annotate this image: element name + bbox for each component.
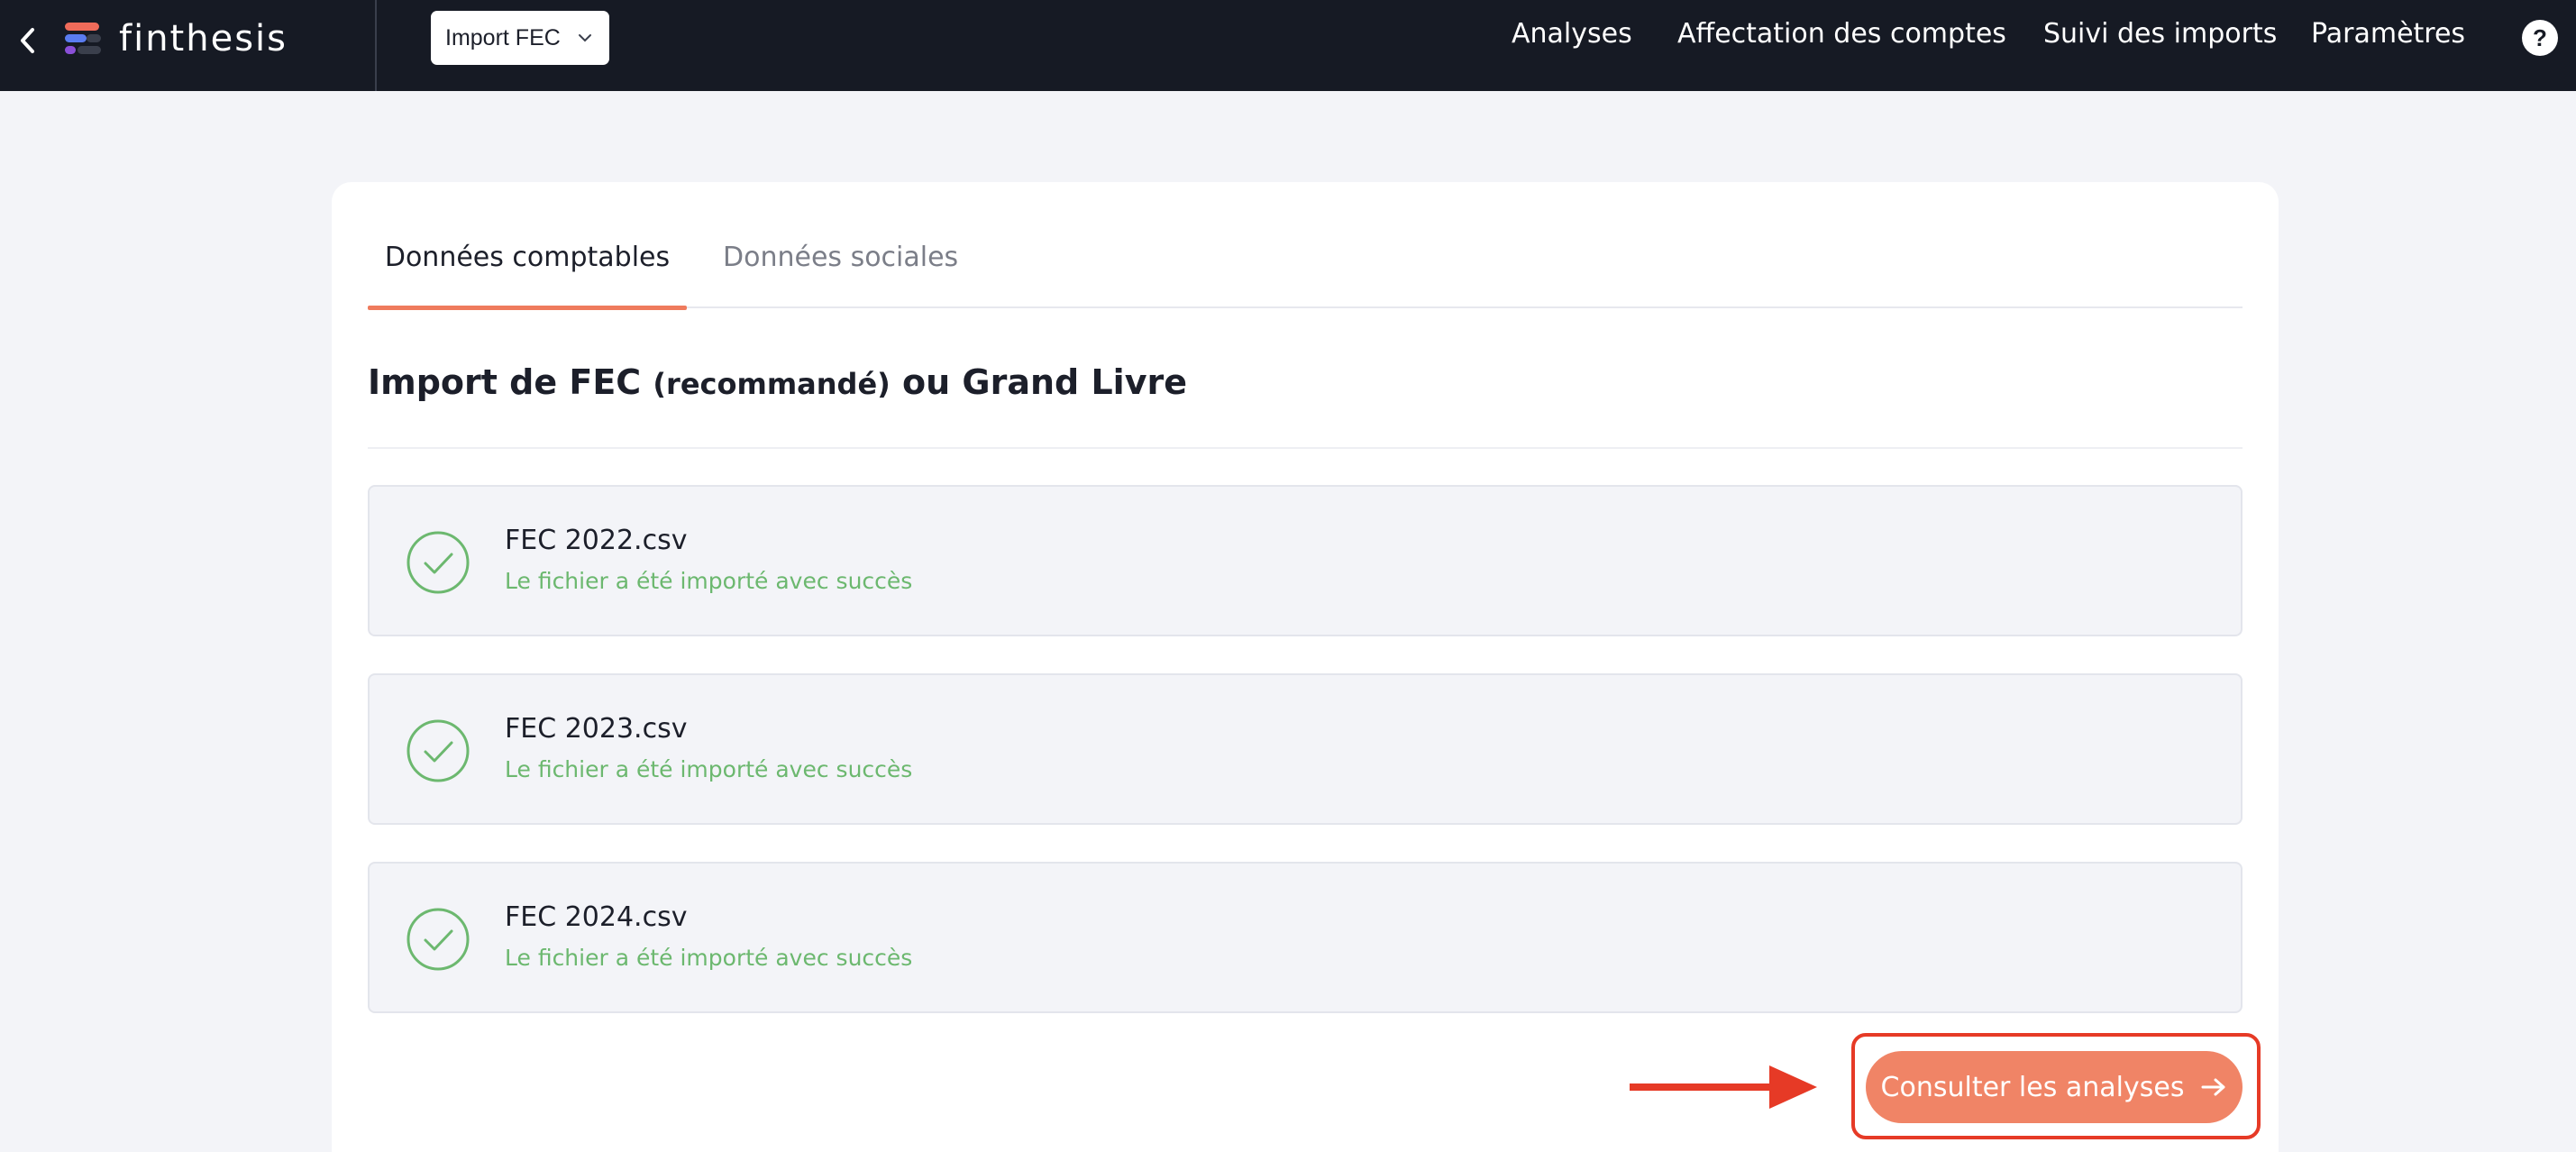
nav-affectation-des-comptes[interactable]: Affectation des comptes bbox=[1677, 18, 2006, 56]
chevron-left-icon bbox=[21, 28, 34, 53]
title-recommended: (recommandé) bbox=[653, 367, 891, 401]
file-item: FEC 2023.csv Le fichier a été importé av… bbox=[368, 673, 2243, 825]
consulter-les-analyses-button[interactable]: Consulter les analyses bbox=[1866, 1051, 2243, 1123]
top-navigation-bar: finthesis Import FEC Analyses Affectatio… bbox=[0, 0, 2576, 91]
help-button[interactable]: ? bbox=[2522, 20, 2558, 56]
tab-label: Données comptables bbox=[384, 242, 671, 273]
tab-donnees-sociales[interactable]: Données sociales bbox=[723, 238, 966, 308]
file-name: FEC 2022.csv bbox=[505, 525, 688, 556]
tab-donnees-comptables[interactable]: Données comptables bbox=[368, 238, 687, 310]
project-select-value: Import FEC bbox=[445, 24, 561, 50]
check-circle-icon bbox=[406, 908, 470, 971]
project-select[interactable]: Import FEC bbox=[431, 11, 609, 65]
title-suffix: ou Grand Livre bbox=[890, 362, 1187, 402]
file-status: Le fichier a été importé avec succès bbox=[505, 756, 913, 782]
file-item: FEC 2024.csv Le fichier a été importé av… bbox=[368, 862, 2243, 1013]
file-status: Le fichier a été importé avec succès bbox=[505, 568, 913, 594]
topbar-divider bbox=[375, 0, 377, 91]
nav-parametres[interactable]: Paramètres bbox=[2311, 18, 2465, 56]
tab-label: Données sociales bbox=[723, 242, 959, 273]
pointer-arrow-icon bbox=[1630, 1065, 1817, 1109]
brand-logo[interactable]: finthesis bbox=[63, 16, 288, 61]
logo-mark-icon bbox=[63, 19, 103, 59]
file-status: Le fichier a été importé avec succès bbox=[505, 945, 913, 971]
data-tabs: Données comptables Données sociales bbox=[368, 238, 2243, 310]
help-icon: ? bbox=[2533, 23, 2547, 51]
nav-analyses[interactable]: Analyses bbox=[1512, 18, 1632, 56]
back-button[interactable] bbox=[7, 20, 49, 61]
check-circle-icon bbox=[406, 719, 470, 782]
brand-name: finthesis bbox=[119, 18, 288, 59]
chevron-down-icon bbox=[578, 34, 591, 42]
check-circle-icon bbox=[406, 531, 470, 594]
import-card: Données comptables Données sociales Impo… bbox=[332, 182, 2279, 1152]
cta-label: Consulter les analyses bbox=[1880, 1071, 2185, 1103]
section-title: Import de FEC (recommandé) ou Grand Livr… bbox=[368, 362, 1187, 402]
arrow-right-icon bbox=[2201, 1078, 2225, 1096]
file-name: FEC 2023.csv bbox=[505, 713, 688, 745]
section-divider bbox=[368, 447, 2243, 449]
file-item: FEC 2022.csv Le fichier a été importé av… bbox=[368, 485, 2243, 636]
title-prefix: Import de FEC bbox=[368, 362, 653, 402]
nav-suivi-des-imports[interactable]: Suivi des imports bbox=[2043, 18, 2277, 56]
file-name: FEC 2024.csv bbox=[505, 901, 688, 933]
